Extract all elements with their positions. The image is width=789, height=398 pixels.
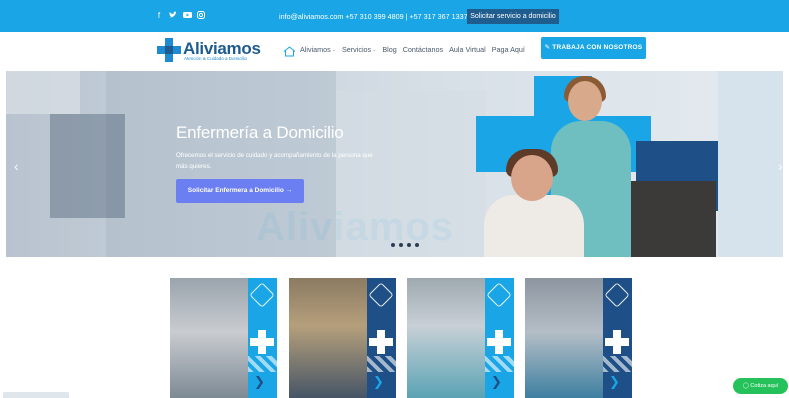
whatsapp-quote-button[interactable]: ◯ Cotiza aquí [733, 378, 788, 394]
nav-item-aula-virtual[interactable]: Aula Virtual [449, 45, 486, 54]
nav-item-contactanos[interactable]: Contáctanos [403, 45, 443, 54]
chevron-right-icon[interactable]: ❯ [609, 374, 620, 390]
slide-dot-2[interactable] [399, 243, 403, 247]
slide-dot-3[interactable] [407, 243, 411, 247]
nav-item-servicios[interactable]: Servicios ⌄ [342, 45, 376, 54]
watermark-text: Aliviamos [256, 205, 454, 249]
slider-pagination [391, 243, 419, 247]
slide-dot-4[interactable] [415, 243, 419, 247]
service-card-2[interactable]: ❯ [289, 278, 396, 398]
cross-icon [369, 330, 393, 354]
service-card-3[interactable]: ❯ [407, 278, 514, 398]
syringe-icon [604, 282, 630, 308]
chevron-down-icon: ⌄ [372, 46, 377, 53]
service-photo [170, 278, 248, 398]
work-with-us-button[interactable]: ✎ TRABAJA CON NOSOTROS [541, 37, 646, 59]
slide-dot-1[interactable] [391, 243, 395, 247]
hero-title: Enfermería a Domicilio [176, 123, 344, 142]
facebook-icon[interactable]: f [155, 11, 163, 20]
instagram-icon[interactable] [197, 11, 205, 20]
home-icon[interactable] [283, 44, 296, 57]
chevron-right-icon[interactable]: ❯ [491, 374, 502, 390]
service-photo [289, 278, 367, 398]
hero-subtitle: Ofrecemos el servicio de cuidado y acomp… [176, 152, 373, 170]
hero-photo-patient [484, 195, 584, 257]
service-photo [407, 278, 485, 398]
whatsapp-icon: ◯ [742, 383, 749, 389]
chevron-right-icon[interactable]: ❯ [373, 374, 384, 390]
twitter-icon[interactable] [169, 11, 177, 20]
syringe-icon [368, 282, 394, 308]
top-bar: f info@aliviamos.com +57 310 399 4809 | … [0, 0, 789, 32]
service-photo [525, 278, 603, 398]
request-nurse-button[interactable]: Solicitar Enfermera a Domicilio → [176, 179, 304, 203]
chevron-right-icon[interactable]: ❯ [254, 374, 265, 390]
contact-info[interactable]: info@aliviamos.com +57 310 399 4809 | +5… [279, 12, 468, 21]
chevron-down-icon: ⌄ [331, 46, 336, 53]
logo-tagline: Atención & Cuidado a Domicilio [184, 56, 248, 61]
service-card-4[interactable]: ❯ [525, 278, 632, 398]
slider-prev-icon[interactable]: ‹ [14, 158, 19, 174]
syringe-icon [249, 282, 275, 308]
logo-cross-icon [157, 38, 181, 62]
syringe-icon [486, 282, 512, 308]
slider-next-icon[interactable]: › [778, 158, 783, 174]
request-service-button[interactable]: Solicitar servicio a domicilio [467, 9, 559, 24]
social-links: f [155, 11, 205, 20]
nav-item-aliviamos[interactable]: Aliviamos ⌄ [300, 45, 336, 54]
bottom-left-widget[interactable] [3, 392, 69, 398]
service-card-1[interactable]: ❯ [170, 278, 277, 398]
cross-icon [487, 330, 511, 354]
youtube-icon[interactable] [183, 11, 192, 20]
nav-item-blog[interactable]: Blog [382, 45, 396, 54]
main-nav: Aliviamos ⌄ Servicios ⌄ Blog Contáctanos A… [300, 45, 525, 54]
cross-icon [250, 330, 274, 354]
whatsapp-label: Cotiza aquí [750, 383, 779, 389]
cross-icon [605, 330, 629, 354]
nav-item-paga-aqui[interactable]: Paga Aquí [492, 45, 525, 54]
